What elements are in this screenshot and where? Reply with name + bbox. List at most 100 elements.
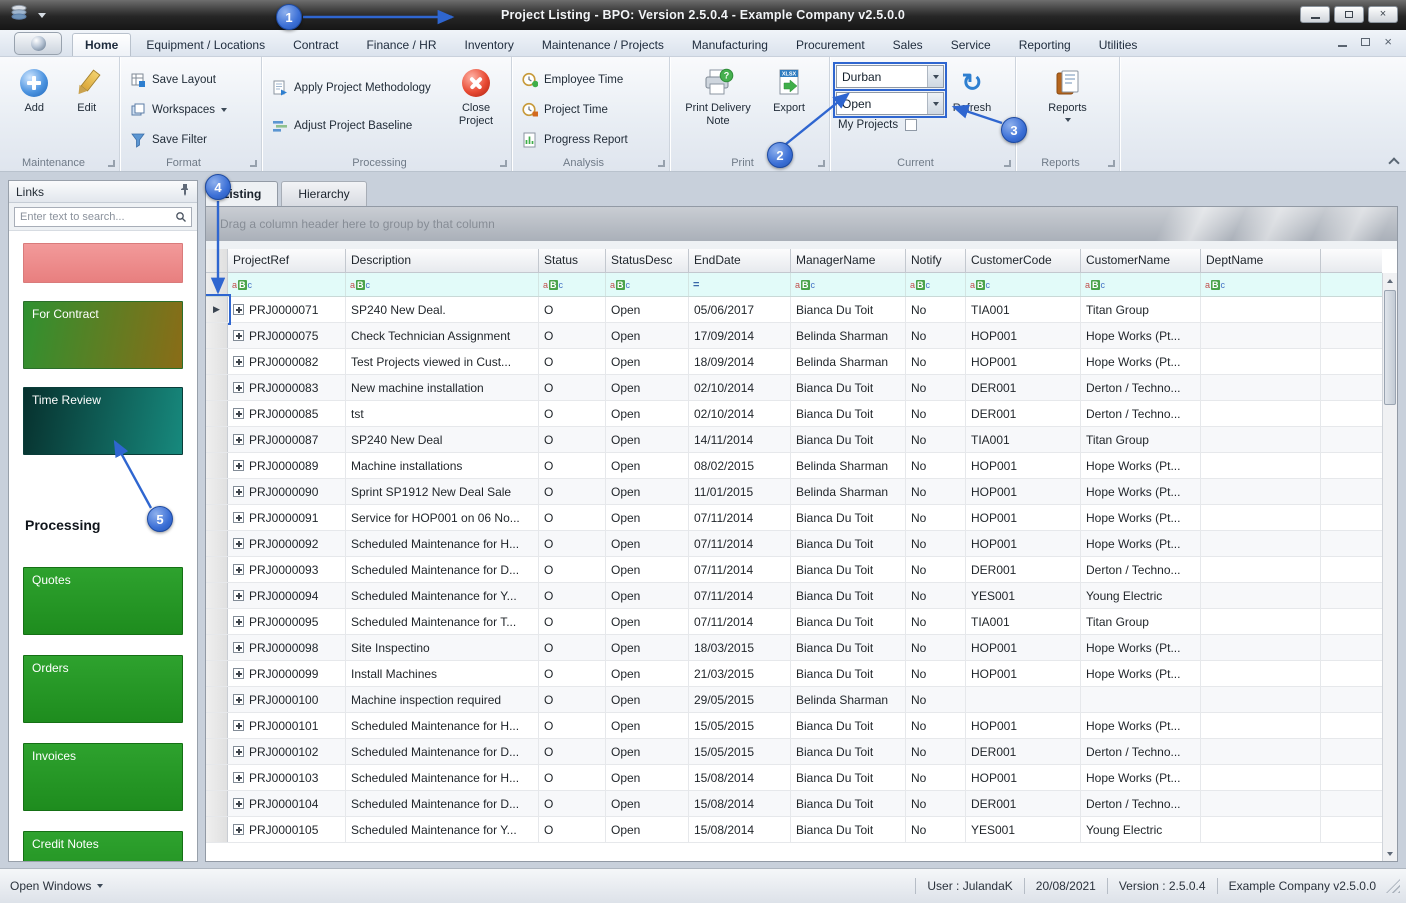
cell-projectref[interactable]: PRJ0000100 bbox=[228, 687, 346, 712]
cell-projectref[interactable]: PRJ0000104 bbox=[228, 791, 346, 816]
cell-customername[interactable] bbox=[1081, 687, 1201, 712]
expand-row-icon[interactable] bbox=[233, 304, 244, 315]
collapse-ribbon-icon[interactable] bbox=[1389, 156, 1398, 165]
expand-row-icon[interactable] bbox=[233, 746, 244, 757]
cell-description[interactable]: Scheduled Maintenance for Y... bbox=[346, 817, 539, 842]
cell-description[interactable]: Scheduled Maintenance for H... bbox=[346, 531, 539, 556]
expand-row-icon[interactable] bbox=[233, 616, 244, 627]
cell-managername[interactable]: Bianca Du Toit bbox=[791, 557, 906, 582]
row-selector[interactable] bbox=[206, 401, 228, 426]
cell-status[interactable]: O bbox=[539, 817, 606, 842]
expand-row-icon[interactable] bbox=[233, 694, 244, 705]
my-projects-checkbox[interactable]: My Projects bbox=[836, 119, 944, 131]
cell-customercode[interactable]: YES001 bbox=[966, 583, 1081, 608]
cell-notify[interactable]: No bbox=[906, 349, 966, 374]
ribbon-tab-reporting[interactable]: Reporting bbox=[1006, 33, 1084, 56]
row-selector[interactable] bbox=[206, 427, 228, 452]
cell-projectref[interactable]: PRJ0000105 bbox=[228, 817, 346, 842]
cell-description[interactable]: Check Technician Assignment bbox=[346, 323, 539, 348]
expand-row-icon[interactable] bbox=[233, 668, 244, 679]
cell-deptname[interactable] bbox=[1201, 453, 1321, 478]
quick-access-arrow-icon[interactable] bbox=[38, 12, 46, 18]
row-selector[interactable] bbox=[206, 323, 228, 348]
cell-customername[interactable]: Titan Group bbox=[1081, 427, 1201, 452]
cell-enddate[interactable]: 07/11/2014 bbox=[689, 609, 791, 634]
cell-enddate[interactable]: 07/11/2014 bbox=[689, 505, 791, 530]
expand-row-icon[interactable] bbox=[233, 382, 244, 393]
column-header-notify[interactable]: Notify bbox=[906, 249, 966, 272]
cell-notify[interactable]: No bbox=[906, 583, 966, 608]
minimize-button[interactable] bbox=[1300, 6, 1330, 23]
scrollbar-thumb[interactable] bbox=[1384, 290, 1396, 405]
cell-enddate[interactable]: 18/03/2015 bbox=[689, 635, 791, 660]
cell-projectref[interactable]: PRJ0000085 bbox=[228, 401, 346, 426]
cell-managername[interactable]: Bianca Du Toit bbox=[791, 739, 906, 764]
cell-managername[interactable]: Bianca Du Toit bbox=[791, 765, 906, 790]
cell-statusdesc[interactable]: Open bbox=[606, 375, 689, 400]
cell-customercode[interactable]: HOP001 bbox=[966, 765, 1081, 790]
cell-projectref[interactable]: PRJ0000075 bbox=[228, 323, 346, 348]
cell-enddate[interactable]: 15/05/2015 bbox=[689, 713, 791, 738]
ribbon-tab-home[interactable]: Home bbox=[72, 33, 132, 56]
scroll-up-icon[interactable] bbox=[1383, 273, 1397, 288]
expand-row-icon[interactable] bbox=[233, 642, 244, 653]
grid-row-PRJ0000099[interactable]: PRJ0000099 Install Machines O Open 21/03/201… bbox=[206, 661, 1382, 687]
chevron-down-icon[interactable] bbox=[927, 93, 943, 114]
cell-managername[interactable]: Bianca Du Toit bbox=[791, 427, 906, 452]
expand-row-icon[interactable] bbox=[233, 460, 244, 471]
cell-enddate[interactable]: 17/09/2014 bbox=[689, 323, 791, 348]
grid-row-PRJ0000075[interactable]: PRJ0000075 Check Technician Assignment O Op… bbox=[206, 323, 1382, 349]
cell-customername[interactable]: Derton / Techno... bbox=[1081, 557, 1201, 582]
cell-notify[interactable]: No bbox=[906, 297, 966, 322]
cell-customercode[interactable] bbox=[966, 687, 1081, 712]
cell-enddate[interactable]: 21/03/2015 bbox=[689, 661, 791, 686]
cell-deptname[interactable] bbox=[1201, 817, 1321, 842]
cell-status[interactable]: O bbox=[539, 687, 606, 712]
cell-description[interactable]: Test Projects viewed in Cust... bbox=[346, 349, 539, 374]
cell-customername[interactable]: Hope Works (Pt... bbox=[1081, 453, 1201, 478]
cell-deptname[interactable] bbox=[1201, 687, 1321, 712]
cell-statusdesc[interactable]: Open bbox=[606, 323, 689, 348]
cell-customercode[interactable]: HOP001 bbox=[966, 479, 1081, 504]
cell-notify[interactable]: No bbox=[906, 791, 966, 816]
row-selector[interactable] bbox=[206, 531, 228, 556]
cell-customercode[interactable]: DER001 bbox=[966, 791, 1081, 816]
cell-status[interactable]: O bbox=[539, 557, 606, 582]
grid-row-PRJ0000082[interactable]: PRJ0000082 Test Projects viewed in Cust..… bbox=[206, 349, 1382, 375]
group-by-bar[interactable]: Drag a column header here to group by th… bbox=[206, 207, 1397, 241]
row-selector[interactable] bbox=[206, 505, 228, 530]
cell-customername[interactable]: Hope Works (Pt... bbox=[1081, 349, 1201, 374]
scroll-down-icon[interactable] bbox=[1383, 846, 1397, 861]
cell-customercode[interactable]: HOP001 bbox=[966, 453, 1081, 478]
edit-button[interactable]: Edit bbox=[61, 63, 114, 115]
row-selector[interactable] bbox=[206, 557, 228, 582]
cell-projectref[interactable]: PRJ0000095 bbox=[228, 609, 346, 634]
expand-row-icon[interactable] bbox=[233, 538, 244, 549]
cell-deptname[interactable] bbox=[1201, 505, 1321, 530]
cell-deptname[interactable] bbox=[1201, 713, 1321, 738]
row-selector[interactable] bbox=[206, 375, 228, 400]
cell-statusdesc[interactable]: Open bbox=[606, 479, 689, 504]
expand-row-icon[interactable] bbox=[233, 798, 244, 809]
cell-notify[interactable]: No bbox=[906, 505, 966, 530]
cell-description[interactable]: SP240 New Deal bbox=[346, 427, 539, 452]
expand-row-icon[interactable] bbox=[233, 564, 244, 575]
cell-notify[interactable]: No bbox=[906, 557, 966, 582]
cell-managername[interactable]: Bianca Du Toit bbox=[791, 583, 906, 608]
grid-row-PRJ0000101[interactable]: PRJ0000101 Scheduled Maintenance for H...… bbox=[206, 713, 1382, 739]
cell-projectref[interactable]: PRJ0000083 bbox=[228, 375, 346, 400]
cell-customername[interactable]: Hope Works (Pt... bbox=[1081, 479, 1201, 504]
apply-project-methodology-button[interactable]: Apply Project Methodology bbox=[268, 77, 447, 98]
mdi-minimize-icon[interactable] bbox=[1338, 44, 1348, 47]
filter-cell-projectref[interactable]: aBc bbox=[228, 273, 346, 296]
cell-statusdesc[interactable]: Open bbox=[606, 609, 689, 634]
cell-enddate[interactable]: 07/11/2014 bbox=[689, 583, 791, 608]
cell-projectref[interactable]: PRJ0000091 bbox=[228, 505, 346, 530]
cell-enddate[interactable]: 02/10/2014 bbox=[689, 375, 791, 400]
ribbon-tab-utilities[interactable]: Utilities bbox=[1086, 33, 1151, 56]
ribbon-tab-contract[interactable]: Contract bbox=[280, 33, 351, 56]
grid-row-PRJ0000083[interactable]: PRJ0000083 New machine installation O Open 0… bbox=[206, 375, 1382, 401]
cell-enddate[interactable]: 18/09/2014 bbox=[689, 349, 791, 374]
cell-description[interactable]: Scheduled Maintenance for T... bbox=[346, 609, 539, 634]
expand-row-icon[interactable] bbox=[233, 590, 244, 601]
